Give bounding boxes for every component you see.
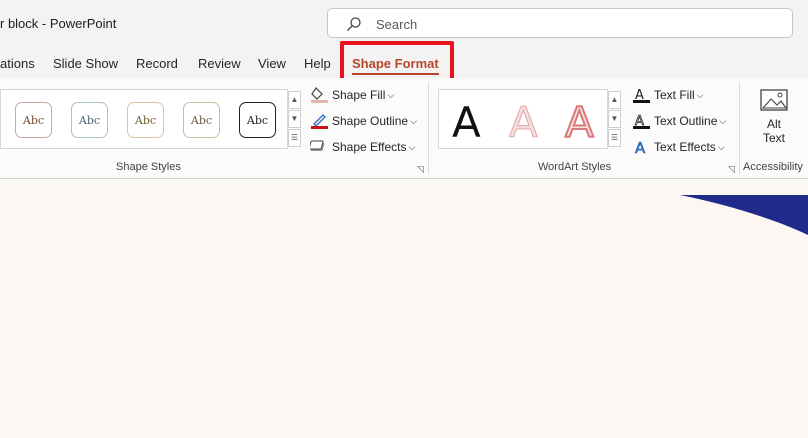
shape-style-2[interactable]: Abc <box>71 102 108 138</box>
group-separator <box>739 82 740 174</box>
chevron-down-icon: ⌵ <box>408 141 416 152</box>
alt-text-label-line2: Text <box>762 131 785 145</box>
text-outline-icon: A <box>632 112 652 130</box>
group-separator <box>428 82 429 174</box>
image-icon <box>760 89 788 111</box>
shape-style-4[interactable]: Abc <box>183 102 220 138</box>
text-outline-label: Text Outline <box>654 114 718 128</box>
tab-record[interactable]: Record <box>136 56 178 71</box>
window-title: r block - PowerPoint <box>0 16 117 31</box>
tab-slide-show[interactable]: Slide Show <box>53 56 118 71</box>
shape-styles-group-label: Shape Styles <box>116 161 181 173</box>
tab-help[interactable]: Help <box>304 56 331 71</box>
slide-shape[interactable] <box>0 195 808 438</box>
dialog-launcher-icon[interactable]: ◹ <box>417 164 424 175</box>
wordart-scroll-up[interactable]: ▲ <box>608 91 621 109</box>
gallery-more-button[interactable]: ☰ <box>288 129 301 147</box>
slide-canvas[interactable] <box>0 195 808 438</box>
wordart-style-3[interactable]: A <box>564 97 595 148</box>
wordart-style-1[interactable]: A <box>452 98 481 148</box>
shape-effects-label: Shape Effects <box>332 140 407 154</box>
highlight-box <box>340 41 454 83</box>
chevron-down-icon: ⌵ <box>387 89 395 100</box>
chevron-down-icon: ⌵ <box>696 89 704 100</box>
alt-text-label-line1: Alt <box>766 117 781 131</box>
search-icon <box>347 17 361 31</box>
shape-fill-label: Shape Fill <box>332 88 386 102</box>
tab-animations[interactable]: ations <box>0 56 35 71</box>
wordart-group-label: WordArt Styles <box>538 161 612 173</box>
shape-style-1[interactable]: Abc <box>15 102 52 138</box>
pencil-icon <box>310 112 330 130</box>
svg-text:A: A <box>635 139 646 156</box>
chevron-down-icon: ⌵ <box>410 115 417 126</box>
text-effects-button[interactable]: A Text Effects ⌵ <box>632 138 725 158</box>
alt-text-button[interactable]: Alt Text <box>752 88 796 145</box>
accessibility-group-label: Accessibility <box>743 161 803 173</box>
shape-effects-icon <box>308 138 330 156</box>
tab-view[interactable]: View <box>258 56 286 71</box>
gallery-scroll-up[interactable]: ▲ <box>288 91 301 109</box>
text-effects-icon: A <box>632 138 652 158</box>
wordart-more-button[interactable]: ☰ <box>608 129 621 147</box>
chevron-down-icon: ⌵ <box>717 141 725 152</box>
text-fill-icon: A <box>632 86 652 104</box>
text-outline-button[interactable]: A Text Outline ⌵ <box>632 112 726 130</box>
tab-review[interactable]: Review <box>198 56 241 71</box>
text-fill-button[interactable]: A Text Fill ⌵ <box>632 86 704 104</box>
shape-fill-button[interactable]: Shape Fill ⌵ <box>310 86 394 104</box>
search-placeholder: Search <box>376 17 418 32</box>
shape-outline-button[interactable]: Shape Outline ⌵ <box>310 112 417 130</box>
chevron-down-icon: ⌵ <box>719 115 727 126</box>
wordart-style-2[interactable]: A <box>509 98 539 148</box>
gallery-scroll-down[interactable]: ▼ <box>288 110 301 128</box>
text-effects-label: Text Effects <box>654 140 716 154</box>
search-box[interactable]: Search <box>327 8 793 38</box>
paint-bucket-icon <box>310 86 330 104</box>
text-fill-label: Text Fill <box>654 88 695 102</box>
dialog-launcher-icon[interactable]: ◹ <box>728 164 735 175</box>
shape-outline-label: Shape Outline <box>332 114 409 128</box>
shape-style-5[interactable]: Abc <box>239 102 276 138</box>
shape-effects-button[interactable]: Shape Effects ⌵ <box>308 138 416 156</box>
wordart-scroll-down[interactable]: ▼ <box>608 110 621 128</box>
shape-style-3[interactable]: Abc <box>127 102 164 138</box>
